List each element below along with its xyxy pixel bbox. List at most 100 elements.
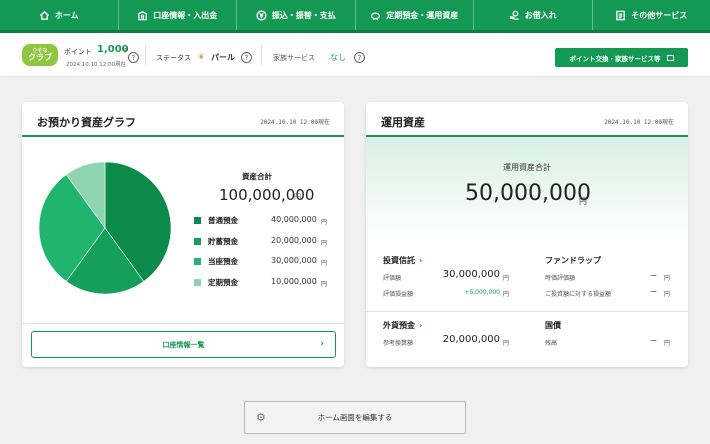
nav-label: その他サービス [631, 10, 688, 20]
investment-total-value: 50,000,000 [465, 181, 591, 206]
home-icon [39, 10, 49, 20]
investment-total-unit: 円 [579, 197, 587, 206]
legend-name: 貯蓄預金 [208, 237, 238, 246]
fund-eval-label: 時価評価額 [545, 275, 576, 282]
edit-home-button[interactable]: ⚙ ホーム画面を編集する [244, 401, 466, 434]
trust-gain-value: +5,000,000 [464, 289, 500, 296]
gear-icon: ⚙ [256, 411, 266, 424]
investment-trust-title: 投資信託 [383, 256, 415, 265]
legend-name: 当座預金 [208, 257, 238, 266]
point-label: ポイント [64, 48, 92, 56]
card-divider [22, 135, 344, 137]
divider [261, 45, 262, 65]
fund-gain-label: ご投資額に対する損益額 [545, 291, 612, 298]
nav-label: お借入れ [524, 10, 557, 20]
legend-name: 定期預金 [208, 278, 238, 287]
stage-help-icon[interactable]: ? [241, 52, 252, 63]
legend-value: 20,000,000 [271, 236, 317, 245]
nav-item-other[interactable]: その他サービス [593, 0, 710, 30]
bank-icon [137, 10, 148, 20]
card-separator [366, 311, 688, 312]
point-help-icon[interactable]: ? [128, 52, 139, 63]
yen-coin-icon [256, 9, 267, 21]
asset-pie-chart [39, 162, 171, 294]
legend-swatch [194, 279, 201, 286]
legend-unit: 円 [321, 281, 328, 288]
piggy-bank-icon [371, 12, 381, 20]
nav-item-home[interactable]: ホーム [0, 0, 119, 30]
fund-gain-value: ー [650, 288, 657, 296]
point-unit: P [124, 47, 129, 55]
trust-eval-label: 評価額 [383, 275, 402, 282]
legend-unit: 円 [321, 219, 328, 226]
account-list-button[interactable]: 口座情報一覧 › [31, 331, 336, 358]
fund-eval-unit: 円 [664, 275, 671, 282]
card-title: お預かり資産グラフ [37, 116, 136, 129]
legend-unit: 円 [321, 240, 328, 247]
club-logo-text: クラブ [28, 52, 52, 62]
total-unit: 円 [294, 193, 301, 201]
legend-swatch [194, 217, 201, 224]
stage-value: パール [211, 53, 235, 62]
family-help-icon[interactable]: ? [354, 52, 365, 63]
fund-wrap-title: ファンドラップ [545, 256, 601, 265]
legend-name: 普通預金 [208, 216, 238, 225]
nav-label: 定期預金・運用資産 [386, 10, 459, 20]
nav-item-deposit[interactable]: 定期預金・運用資産 [356, 0, 474, 30]
card-date: 2024.10.10 12:00現在 [260, 119, 330, 126]
fund-eval-value: ー [650, 272, 657, 280]
trust-eval-unit: 円 [503, 275, 510, 282]
trust-gain-unit: 円 [503, 291, 510, 298]
legend-value: 40,000,000 [271, 215, 317, 224]
card-separator [22, 323, 344, 324]
document-icon [616, 10, 626, 20]
jgb-title: 国債 [545, 321, 561, 330]
jgb-label: 残高 [545, 340, 558, 347]
nav-item-loan[interactable]: お借入れ [474, 0, 593, 30]
money-hand-icon [509, 10, 519, 20]
investment-trust-link[interactable]: 投資信託 › [383, 255, 422, 266]
fund-gain-unit: 円 [664, 291, 671, 298]
club-logo: りそな クラブ [22, 44, 58, 66]
legend-swatch [194, 238, 201, 245]
jgb-value: ー [650, 337, 657, 345]
external-link-icon [666, 54, 674, 61]
family-value: なし [330, 53, 346, 62]
card-title: 運用資産 [381, 116, 425, 129]
status-bar: りそな クラブ ポイント 1,000 P 2024.10.10 12:00現在 … [0, 33, 710, 77]
legend-unit: 円 [321, 260, 328, 267]
nav-label: 口座情報・入出金 [153, 10, 218, 20]
investment-card: 運用資産 2024.10.10 12:00現在 運用資産合計 50,000,00… [366, 102, 688, 367]
point-exchange-button[interactable]: ポイント交換・家族サービス等 [555, 48, 688, 67]
family-label: 家族サービス [273, 54, 315, 62]
foreign-deposit-title: 外貨預金 [383, 321, 415, 330]
point-date: 2024.10.10 12:00現在 [66, 62, 127, 68]
trust-eval-value: 30,000,000 [442, 269, 500, 280]
trust-gain-label: 評価損益額 [383, 291, 414, 298]
total-label: 資産合計 [242, 172, 272, 181]
chevron-right-icon: › [419, 256, 423, 265]
chevron-right-icon: › [320, 339, 324, 349]
nav-item-transfer[interactable]: 振込・振替・支払 [237, 0, 356, 30]
account-list-label: 口座情報一覧 [162, 340, 205, 349]
legend-row: 貯蓄預金 20,000,000 円 [194, 235, 329, 247]
legend-row: 普通預金 40,000,000 円 [194, 214, 329, 226]
legend-value: 10,000,000 [271, 277, 317, 286]
global-nav: ホーム 口座情報・入出金 振込・振替・支払 定期預金・運用資産 お借入れ その他… [0, 0, 710, 30]
asset-graph-card: お預かり資産グラフ 2024.10.10 12:00現在 資産合計 100,00… [22, 102, 344, 367]
foreign-deposit-link[interactable]: 外貨預金 › [383, 320, 422, 331]
fx-unit: 円 [503, 340, 510, 347]
wheat-icon: ❦ [198, 52, 205, 61]
legend-swatch [194, 258, 201, 265]
fx-label: 参考換算額 [383, 340, 414, 347]
card-date: 2024.10.10 12:00現在 [604, 119, 674, 126]
stage-label: ステータス [156, 54, 191, 62]
fx-value: 20,000,000 [442, 334, 500, 345]
legend-row: 当座預金 30,000,000 円 [194, 255, 329, 267]
nav-item-account[interactable]: 口座情報・入出金 [119, 0, 237, 30]
edit-home-label: ホーム画面を編集する [317, 413, 393, 422]
point-exchange-label: ポイント交換・家族サービス等 [569, 54, 661, 63]
divider [145, 45, 146, 65]
investment-total-label: 運用資産合計 [503, 163, 551, 172]
nav-label: ホーム [54, 10, 79, 20]
